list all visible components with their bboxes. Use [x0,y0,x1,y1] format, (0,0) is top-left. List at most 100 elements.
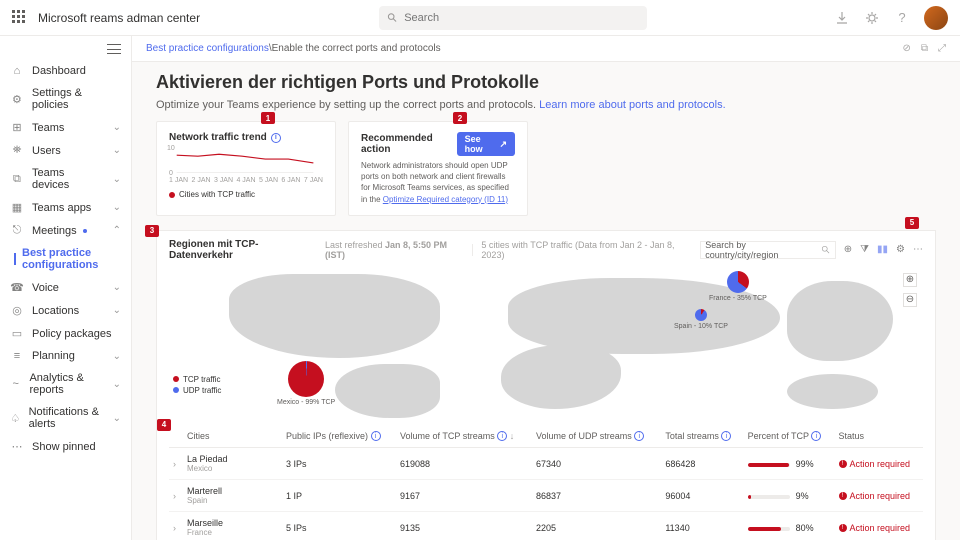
panel-tools: ⊕ ⧩ ▮▮ ⚙ ⋯ [844,244,923,255]
panel-title: Regionen mit TCP-Datenverkehr [169,239,317,261]
notification-dot [83,229,87,233]
col-udp[interactable]: Volume of UDP streams [536,431,632,441]
col-ips[interactable]: Public IPs (reflexive) [286,431,368,441]
nav-show-pinned[interactable]: ⋯Show pinned [0,435,131,458]
nav-item-dashboard[interactable]: ⌂ Dashboard [0,60,131,82]
world-map[interactable]: TCP traffic UDP traffic Mexico - 99% TCP… [169,265,923,425]
zoom-out-button[interactable]: ⊖ [903,293,917,307]
cell-pct: 9% [744,480,835,512]
nav-item-meetings[interactable]: ⎋ Meetings ⌃ [0,219,131,242]
city-name: La Piedad [187,454,278,464]
zoom-controls: ⊕ ⊖ [903,273,917,307]
global-search[interactable] [379,6,647,30]
settings-icon[interactable]: ⚙ [896,244,905,255]
warning-icon: ! [839,460,847,468]
see-how-button[interactable]: See how ↗ [457,132,515,156]
warning-icon: ! [839,524,847,532]
nav-item-settings-policies[interactable]: ⚙ Settings & policies [0,82,131,116]
nav-label: Users [32,145,61,157]
expand-row-button[interactable]: › [169,448,183,480]
nav-item-notifications-alerts[interactable]: ♤ Notifications & alerts ⌄ [0,401,131,435]
expand-row-button[interactable]: › [169,480,183,512]
download-icon[interactable] [834,10,850,26]
reco-title-row: Recommended action See how ↗ [361,132,515,156]
table-row: › MarseilleFrance 5 IPs 9135 2205 11340 … [169,512,923,540]
sidebar-collapse[interactable] [0,40,131,60]
search-input[interactable] [404,12,639,24]
help-icon[interactable]: ? [894,10,910,26]
optimize-link[interactable]: Optimize Required category (ID 11) [383,195,508,204]
nav-label: Voice [32,282,59,294]
info-icon[interactable]: i [634,431,644,441]
traffic-legend: Cities with TCP traffic [169,190,323,199]
expand-icon[interactable]: ⤢ [938,43,946,54]
nav-item-teams[interactable]: ⊞ Teams ⌄ [0,116,131,139]
col-tcp[interactable]: Volume of TCP streams [400,431,495,441]
nav-item-voice[interactable]: ☎ Voice ⌄ [0,276,131,299]
reco-body: Network administrators should open UDP p… [361,160,515,205]
app-title: Microsoft reams adman center [38,11,200,25]
status-badge[interactable]: !Action required [839,523,919,533]
nav-item-planning[interactable]: ≡ Planning ⌄ [0,345,131,367]
pin-france[interactable]: France - 35% TCP [709,271,767,302]
nav-icon: ▦ [10,201,24,214]
nav-item-users[interactable]: ⛯ Users ⌄ [0,139,131,162]
gear-icon[interactable] [864,10,880,26]
info-icon[interactable]: i [497,431,507,441]
pin-mexico[interactable]: Mexico - 99% TCP [277,361,335,406]
cell-tcp: 619088 [396,448,532,480]
crumb-root[interactable]: Best practice configurations [146,43,269,54]
sort-icon[interactable]: ↓ [510,431,515,441]
nav-item-analytics-reports[interactable]: ~ Analytics & reports ⌄ [0,367,131,401]
nav-item-locations[interactable]: ◎ Locations ⌄ [0,299,131,322]
table-row: › MarterellSpain 1 IP 9167 86837 96004 9… [169,480,923,512]
page-subtitle: Optimize your Teams experience by settin… [156,99,936,111]
table-header-row: Cities Public IPs (reflexive) i Volume o… [169,425,923,448]
copy-icon[interactable]: ⧉ [921,43,928,54]
panel-header: Regionen mit TCP-Datenverkehr Last refre… [169,239,923,261]
nav-item-policy-packages[interactable]: ▭ Policy packages [0,322,131,345]
nav-icon: ⚙ [10,93,24,106]
info-icon[interactable]: i [371,431,381,441]
info-icon[interactable]: i [811,431,821,441]
cell-pct: 99% [744,448,835,480]
pin-spain[interactable]: Spain - 10% TCP [674,309,728,330]
map-icon[interactable]: ▮▮ [877,244,888,255]
col-pct[interactable]: Percent of TCP [748,431,809,441]
warning-icon: ! [839,492,847,500]
col-cities[interactable]: Cities [183,425,282,448]
filter-icon[interactable]: ⧩ [860,244,869,255]
info-icon[interactable]: i [271,133,281,143]
hide-icon[interactable]: ⊘ [902,43,910,54]
nav-icon: ♤ [10,412,21,425]
nav-label: Teams devices [32,167,105,191]
info-icon[interactable]: i [721,431,731,441]
main-content: Best practice configurations \ Enable th… [132,36,960,540]
learn-more-link[interactable]: Learn more about ports and protocols. [539,99,726,111]
expand-row-button[interactable]: › [169,512,183,540]
map-legend: TCP traffic UDP traffic [173,375,221,397]
traffic-card-title: Network traffic trend [169,132,267,143]
nav-icon: ≡ [10,350,24,362]
waffle-icon[interactable] [12,10,28,26]
nav-item-teams-devices[interactable]: ⧉ Teams devices ⌄ [0,162,131,196]
nav-label: Policy packages [32,328,112,340]
cell-udp: 2205 [532,512,661,540]
nav-label: Dashboard [32,65,86,77]
zoom-in-button[interactable]: ⊕ [903,273,917,287]
globe-icon[interactable]: ⊕ [844,244,852,255]
more-icon[interactable]: ⋯ [913,244,923,255]
nav-label: Planning [32,350,75,362]
col-status[interactable]: Status [835,425,923,448]
col-total[interactable]: Total streams [665,431,719,441]
status-badge[interactable]: !Action required [839,459,919,469]
nav-item-teams-apps[interactable]: ▦ Teams apps ⌄ [0,196,131,219]
nav-icon: ⎋ [10,224,24,237]
region-search[interactable]: Search by country/city/region [700,241,835,259]
nav-item-best-practice-configurations[interactable]: Best practice configurations [0,242,131,276]
breadcrumb-bar: Best practice configurations \ Enable th… [132,36,960,62]
avatar[interactable] [924,6,948,30]
nav-label: Notifications & alerts [29,406,105,430]
chevron-down-icon: ⌄ [113,413,121,424]
status-badge[interactable]: !Action required [839,491,919,501]
